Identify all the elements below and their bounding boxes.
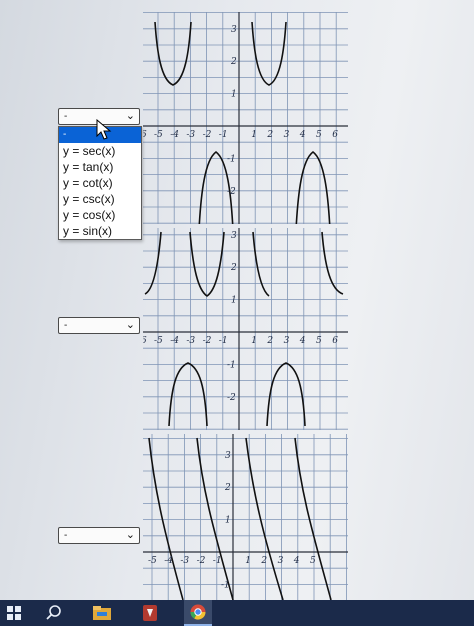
windows-start-icon[interactable] bbox=[0, 600, 28, 626]
mouse-cursor-icon bbox=[96, 119, 112, 140]
graph-1-svg: -6-5-4-3-2-1123456 321-1-2 bbox=[143, 12, 348, 224]
x-tick-label: -2 bbox=[197, 556, 206, 566]
x-tick-label: -3 bbox=[180, 556, 189, 566]
x-tick-label: 5 bbox=[316, 130, 322, 140]
x-tick-label: 2 bbox=[266, 130, 273, 140]
x-tick-label: -4 bbox=[170, 130, 179, 140]
x-tick-label: 5 bbox=[310, 556, 316, 566]
graph-3-svg: -6-5-4-3-2-112345 321-1 bbox=[143, 434, 348, 600]
x-tick-label: 1 bbox=[251, 130, 257, 140]
file-explorer-icon[interactable] bbox=[88, 600, 116, 626]
x-tick-label: 4 bbox=[293, 556, 300, 566]
graph-1-x-ticks: -6 -5 -4 -3 -2 -1 12 3456 bbox=[143, 130, 338, 140]
x-tick-label: -6 bbox=[143, 336, 147, 346]
graph-3-grid bbox=[143, 434, 348, 600]
y-tick-label: -1 bbox=[221, 580, 230, 590]
graph-2-grid bbox=[143, 228, 348, 430]
chevron-down-icon: ⌄ bbox=[125, 110, 135, 122]
x-tick-label: -1 bbox=[219, 130, 228, 140]
x-tick-label: 4 bbox=[299, 130, 306, 140]
function-dropdown-list[interactable]: - y = sec(x) y = tan(x) y = cot(x) y = c… bbox=[58, 126, 142, 240]
x-tick-label: -1 bbox=[213, 556, 222, 566]
function-select-3-value: - bbox=[64, 530, 68, 541]
graph-1: -6-5-4-3-2-1123456 321-1-2 bbox=[143, 12, 348, 224]
windows-taskbar bbox=[0, 600, 474, 626]
graph-3-curve bbox=[148, 437, 332, 600]
y-tick-label: 2 bbox=[224, 483, 231, 493]
function-select-1-value: - bbox=[64, 111, 68, 122]
y-tick-label: 3 bbox=[225, 451, 231, 461]
function-select-2-value: - bbox=[64, 320, 68, 331]
x-tick-label: -3 bbox=[186, 130, 195, 140]
graph-2: -6-5-4-3-2-1123456 321-1-2 bbox=[143, 228, 348, 430]
graph-1-grid bbox=[143, 12, 348, 224]
dropdown-option-tan[interactable]: y = tan(x) bbox=[59, 159, 141, 175]
chevron-down-icon: ⌄ bbox=[125, 529, 135, 541]
y-tick-label: -2 bbox=[227, 393, 236, 403]
graph-2-y-ticks: 3 2 1 -1 -2 bbox=[227, 231, 237, 403]
search-icon[interactable] bbox=[40, 600, 68, 626]
dropdown-option-csc[interactable]: y = csc(x) bbox=[59, 191, 141, 207]
chrome-icon[interactable] bbox=[184, 600, 212, 626]
x-tick-label: -4 bbox=[164, 556, 173, 566]
graph-1-y-ticks: 3 2 1 -1 -2 bbox=[227, 25, 237, 197]
x-tick-label: 3 bbox=[284, 130, 290, 140]
x-tick-label: 1 bbox=[245, 556, 251, 566]
x-tick-label: -2 bbox=[203, 336, 212, 346]
x-tick-label: 1 bbox=[251, 336, 257, 346]
x-tick-label: -4 bbox=[170, 336, 179, 346]
y-tick-label: 3 bbox=[231, 231, 237, 241]
graph-2-x-ticks: -6 -5 -4 -3 -2 -1 12 3456 bbox=[143, 336, 338, 346]
x-tick-label: 5 bbox=[316, 336, 322, 346]
x-tick-label: 3 bbox=[284, 336, 290, 346]
x-tick-label: 6 bbox=[332, 336, 338, 346]
function-select-2[interactable]: - ⌄ bbox=[58, 317, 140, 334]
graph-3: -6-5-4-3-2-112345 321-1 bbox=[143, 434, 348, 600]
y-tick-label: -1 bbox=[227, 154, 236, 164]
x-tick-label: 3 bbox=[278, 556, 284, 566]
dropdown-option-sec[interactable]: y = sec(x) bbox=[59, 143, 141, 159]
graph-2-svg: -6-5-4-3-2-1123456 321-1-2 bbox=[143, 228, 348, 430]
y-tick-label: 2 bbox=[230, 57, 237, 67]
graph-3-y-ticks: 3 2 1 -1 bbox=[221, 451, 231, 591]
y-tick-label: 1 bbox=[231, 296, 237, 306]
y-tick-label: 3 bbox=[231, 25, 237, 35]
y-tick-label: -2 bbox=[227, 187, 236, 197]
x-tick-label: -5 bbox=[154, 336, 163, 346]
x-tick-label: -6 bbox=[143, 130, 147, 140]
x-tick-label: -3 bbox=[186, 336, 195, 346]
function-select-3[interactable]: - ⌄ bbox=[58, 527, 140, 544]
y-tick-label: 1 bbox=[231, 90, 237, 100]
graph-3-x-ticks: -6-5-4-3-2-112345 bbox=[148, 556, 316, 566]
app-icon[interactable] bbox=[136, 600, 164, 626]
dropdown-option-sin[interactable]: y = sin(x) bbox=[59, 223, 141, 239]
x-tick-label: 4 bbox=[299, 336, 306, 346]
x-tick-label: 6 bbox=[332, 130, 338, 140]
x-tick-label: -5 bbox=[148, 556, 157, 566]
y-tick-label: 2 bbox=[230, 263, 237, 273]
x-tick-label: -1 bbox=[219, 336, 228, 346]
dropdown-option-cot[interactable]: y = cot(x) bbox=[59, 175, 141, 191]
y-tick-label: 1 bbox=[225, 516, 231, 526]
x-tick-label: 2 bbox=[260, 556, 267, 566]
y-tick-label: -1 bbox=[227, 360, 236, 370]
x-tick-label: 2 bbox=[266, 336, 273, 346]
chevron-down-icon: ⌄ bbox=[125, 319, 135, 331]
x-tick-label: -2 bbox=[203, 130, 212, 140]
dropdown-option-cos[interactable]: y = cos(x) bbox=[59, 207, 141, 223]
x-tick-label: -5 bbox=[154, 130, 163, 140]
